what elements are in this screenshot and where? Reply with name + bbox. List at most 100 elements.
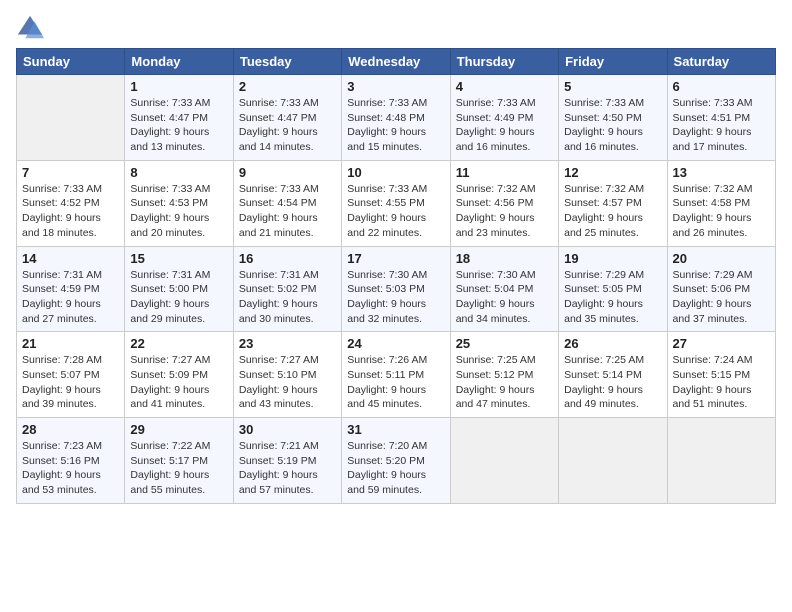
calendar-week-row: 1 Sunrise: 7:33 AMSunset: 4:47 PMDaylight… (17, 75, 776, 161)
cell-info: Sunrise: 7:29 AMSunset: 5:06 PMDaylight:… (673, 268, 770, 327)
day-header-friday: Friday (559, 49, 667, 75)
cell-info: Sunrise: 7:20 AMSunset: 5:20 PMDaylight:… (347, 439, 444, 498)
calendar-cell (667, 418, 775, 504)
day-number: 3 (347, 79, 444, 94)
day-number: 12 (564, 165, 661, 180)
cell-info: Sunrise: 7:33 AMSunset: 4:50 PMDaylight:… (564, 96, 661, 155)
calendar-cell: 21 Sunrise: 7:28 AMSunset: 5:07 PMDayligh… (17, 332, 125, 418)
cell-info: Sunrise: 7:32 AMSunset: 4:58 PMDaylight:… (673, 182, 770, 241)
calendar-cell: 28 Sunrise: 7:23 AMSunset: 5:16 PMDayligh… (17, 418, 125, 504)
calendar-cell: 17 Sunrise: 7:30 AMSunset: 5:03 PMDayligh… (342, 246, 450, 332)
cell-info: Sunrise: 7:33 AMSunset: 4:55 PMDaylight:… (347, 182, 444, 241)
calendar-cell: 16Sunrise: 7:31 AMSunset: 5:02 PMDayligh… (233, 246, 341, 332)
day-number: 17 (347, 251, 444, 266)
cell-info: Sunrise: 7:33 AMSunset: 4:51 PMDaylight:… (673, 96, 770, 155)
cell-info: Sunrise: 7:31 AMSunset: 5:02 PMDaylight:… (239, 268, 336, 327)
calendar-cell: 10Sunrise: 7:33 AMSunset: 4:55 PMDayligh… (342, 160, 450, 246)
day-number: 23 (239, 336, 336, 351)
day-number: 6 (673, 79, 770, 94)
day-number: 19 (564, 251, 661, 266)
cell-info: Sunrise: 7:24 AMSunset: 5:15 PMDaylight:… (673, 353, 770, 412)
cell-info: Sunrise: 7:31 AMSunset: 4:59 PMDaylight:… (22, 268, 119, 327)
calendar-cell: 26 Sunrise: 7:25 AMSunset: 5:14 PMDayligh… (559, 332, 667, 418)
calendar-cell: 23Sunrise: 7:27 AMSunset: 5:10 PMDayligh… (233, 332, 341, 418)
calendar-header-row: SundayMondayTuesdayWednesdayThursdayFrid… (17, 49, 776, 75)
calendar-week-row: 7 Sunrise: 7:33 AMSunset: 4:52 PMDaylight… (17, 160, 776, 246)
day-number: 5 (564, 79, 661, 94)
calendar-cell: 1 Sunrise: 7:33 AMSunset: 4:47 PMDaylight… (125, 75, 233, 161)
day-number: 21 (22, 336, 119, 351)
cell-info: Sunrise: 7:32 AMSunset: 4:57 PMDaylight:… (564, 182, 661, 241)
calendar-cell: 9 Sunrise: 7:33 AMSunset: 4:54 PMDaylight… (233, 160, 341, 246)
day-number: 25 (456, 336, 553, 351)
calendar-cell: 20Sunrise: 7:29 AMSunset: 5:06 PMDayligh… (667, 246, 775, 332)
day-number: 31 (347, 422, 444, 437)
calendar-cell: 14Sunrise: 7:31 AMSunset: 4:59 PMDayligh… (17, 246, 125, 332)
calendar-cell: 25 Sunrise: 7:25 AMSunset: 5:12 PMDayligh… (450, 332, 558, 418)
cell-info: Sunrise: 7:33 AMSunset: 4:49 PMDaylight:… (456, 96, 553, 155)
calendar-cell: 19 Sunrise: 7:29 AMSunset: 5:05 PMDayligh… (559, 246, 667, 332)
calendar-week-row: 14Sunrise: 7:31 AMSunset: 4:59 PMDayligh… (17, 246, 776, 332)
calendar-cell: 7 Sunrise: 7:33 AMSunset: 4:52 PMDaylight… (17, 160, 125, 246)
calendar-cell (17, 75, 125, 161)
cell-info: Sunrise: 7:30 AMSunset: 5:03 PMDaylight:… (347, 268, 444, 327)
cell-info: Sunrise: 7:21 AMSunset: 5:19 PMDaylight:… (239, 439, 336, 498)
cell-info: Sunrise: 7:33 AMSunset: 4:54 PMDaylight:… (239, 182, 336, 241)
day-number: 7 (22, 165, 119, 180)
day-number: 18 (456, 251, 553, 266)
day-header-sunday: Sunday (17, 49, 125, 75)
cell-info: Sunrise: 7:32 AMSunset: 4:56 PMDaylight:… (456, 182, 553, 241)
day-number: 13 (673, 165, 770, 180)
calendar-cell: 24 Sunrise: 7:26 AMSunset: 5:11 PMDayligh… (342, 332, 450, 418)
calendar-cell: 11Sunrise: 7:32 AMSunset: 4:56 PMDayligh… (450, 160, 558, 246)
calendar-cell: 5 Sunrise: 7:33 AMSunset: 4:50 PMDaylight… (559, 75, 667, 161)
cell-info: Sunrise: 7:25 AMSunset: 5:14 PMDaylight:… (564, 353, 661, 412)
cell-info: Sunrise: 7:28 AMSunset: 5:07 PMDaylight:… (22, 353, 119, 412)
day-header-tuesday: Tuesday (233, 49, 341, 75)
cell-info: Sunrise: 7:30 AMSunset: 5:04 PMDaylight:… (456, 268, 553, 327)
cell-info: Sunrise: 7:23 AMSunset: 5:16 PMDaylight:… (22, 439, 119, 498)
logo-icon (16, 14, 44, 42)
calendar-cell (450, 418, 558, 504)
cell-info: Sunrise: 7:33 AMSunset: 4:52 PMDaylight:… (22, 182, 119, 241)
day-number: 8 (130, 165, 227, 180)
calendar-cell: 2 Sunrise: 7:33 AMSunset: 4:47 PMDaylight… (233, 75, 341, 161)
calendar-page: SundayMondayTuesdayWednesdayThursdayFrid… (0, 0, 792, 520)
cell-info: Sunrise: 7:33 AMSunset: 4:47 PMDaylight:… (130, 96, 227, 155)
day-number: 4 (456, 79, 553, 94)
calendar-cell: 8 Sunrise: 7:33 AMSunset: 4:53 PMDaylight… (125, 160, 233, 246)
cell-info: Sunrise: 7:31 AMSunset: 5:00 PMDaylight:… (130, 268, 227, 327)
cell-info: Sunrise: 7:33 AMSunset: 4:47 PMDaylight:… (239, 96, 336, 155)
day-number: 28 (22, 422, 119, 437)
day-number: 24 (347, 336, 444, 351)
day-number: 1 (130, 79, 227, 94)
calendar-cell: 30Sunrise: 7:21 AMSunset: 5:19 PMDayligh… (233, 418, 341, 504)
day-number: 27 (673, 336, 770, 351)
day-number: 22 (130, 336, 227, 351)
day-number: 9 (239, 165, 336, 180)
calendar-cell (559, 418, 667, 504)
day-number: 2 (239, 79, 336, 94)
cell-info: Sunrise: 7:27 AMSunset: 5:09 PMDaylight:… (130, 353, 227, 412)
calendar-cell: 29Sunrise: 7:22 AMSunset: 5:17 PMDayligh… (125, 418, 233, 504)
calendar-cell: 4 Sunrise: 7:33 AMSunset: 4:49 PMDaylight… (450, 75, 558, 161)
calendar-week-row: 28 Sunrise: 7:23 AMSunset: 5:16 PMDayligh… (17, 418, 776, 504)
calendar-cell: 15Sunrise: 7:31 AMSunset: 5:00 PMDayligh… (125, 246, 233, 332)
day-header-thursday: Thursday (450, 49, 558, 75)
cell-info: Sunrise: 7:33 AMSunset: 4:48 PMDaylight:… (347, 96, 444, 155)
header (16, 10, 776, 42)
cell-info: Sunrise: 7:25 AMSunset: 5:12 PMDaylight:… (456, 353, 553, 412)
cell-info: Sunrise: 7:33 AMSunset: 4:53 PMDaylight:… (130, 182, 227, 241)
calendar-table: SundayMondayTuesdayWednesdayThursdayFrid… (16, 48, 776, 504)
day-header-monday: Monday (125, 49, 233, 75)
day-header-wednesday: Wednesday (342, 49, 450, 75)
cell-info: Sunrise: 7:29 AMSunset: 5:05 PMDaylight:… (564, 268, 661, 327)
calendar-cell: 27 Sunrise: 7:24 AMSunset: 5:15 PMDayligh… (667, 332, 775, 418)
calendar-cell: 31 Sunrise: 7:20 AMSunset: 5:20 PMDayligh… (342, 418, 450, 504)
calendar-week-row: 21 Sunrise: 7:28 AMSunset: 5:07 PMDayligh… (17, 332, 776, 418)
cell-info: Sunrise: 7:26 AMSunset: 5:11 PMDaylight:… (347, 353, 444, 412)
calendar-cell: 18 Sunrise: 7:30 AMSunset: 5:04 PMDayligh… (450, 246, 558, 332)
calendar-cell: 22 Sunrise: 7:27 AMSunset: 5:09 PMDayligh… (125, 332, 233, 418)
day-number: 26 (564, 336, 661, 351)
calendar-cell: 13 Sunrise: 7:32 AMSunset: 4:58 PMDayligh… (667, 160, 775, 246)
